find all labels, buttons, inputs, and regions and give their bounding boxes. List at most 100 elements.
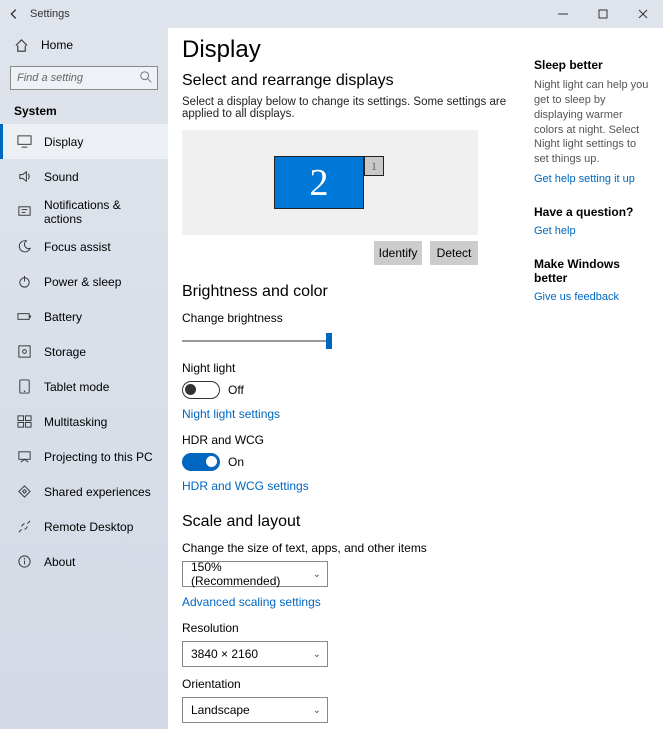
sidebar-item-label: Sound xyxy=(44,170,79,184)
sidebar-item-label: Tablet mode xyxy=(44,380,109,394)
sidebar-item-label: Battery xyxy=(44,310,82,324)
sleep-better-text: Night light can help you get to sleep by… xyxy=(534,78,653,167)
moon-icon xyxy=(17,239,32,254)
sidebar-item-sound[interactable]: Sound xyxy=(0,159,168,194)
home-icon xyxy=(14,38,29,53)
app-title: Settings xyxy=(28,8,70,20)
resolution-select[interactable]: 3840 × 2160 ⌄ xyxy=(182,641,328,667)
sleep-help-link[interactable]: Get help setting it up xyxy=(534,173,653,185)
sidebar-item-label: Multitasking xyxy=(44,415,107,429)
hdr-settings-link[interactable]: HDR and WCG settings xyxy=(182,479,309,493)
night-light-settings-link[interactable]: Night light settings xyxy=(182,407,280,421)
sidebar-item-notifications-actions[interactable]: Notifications & actions xyxy=(0,194,168,229)
orientation-label: Orientation xyxy=(182,677,518,691)
text-size-label: Change the size of text, apps, and other… xyxy=(182,541,518,555)
close-icon xyxy=(638,9,648,19)
shared-icon xyxy=(17,484,32,499)
info-icon xyxy=(17,554,32,569)
search-icon xyxy=(139,70,153,84)
resolution-value: 3840 × 2160 xyxy=(191,647,258,661)
sidebar-item-storage[interactable]: Storage xyxy=(0,334,168,369)
minimize-icon xyxy=(558,9,568,19)
sidebar-item-battery[interactable]: Battery xyxy=(0,299,168,334)
sound-icon xyxy=(17,169,32,184)
hdr-toggle[interactable] xyxy=(182,453,220,471)
sidebar-item-label: Notifications & actions xyxy=(44,198,154,226)
power-icon xyxy=(17,274,32,289)
tablet-icon xyxy=(17,379,32,394)
home-label: Home xyxy=(41,38,73,52)
nav-list: Display Sound Notifications & actions Focus… xyxy=(0,124,168,579)
sleep-better-heading: Sleep better xyxy=(534,58,653,72)
back-arrow-icon xyxy=(7,7,21,21)
sidebar-item-focus-assist[interactable]: Focus assist xyxy=(0,229,168,264)
display-arranger[interactable]: 2 1 xyxy=(182,130,478,235)
aside-panel: Sleep better Night light can help you ge… xyxy=(528,28,663,729)
sidebar-item-label: Storage xyxy=(44,345,86,359)
slider-track xyxy=(182,340,332,342)
projecting-icon xyxy=(17,449,32,464)
identify-button[interactable]: Identify xyxy=(374,241,422,265)
section-heading: System xyxy=(0,100,168,124)
sidebar-item-label: Remote Desktop xyxy=(44,520,133,534)
sidebar-item-display[interactable]: Display xyxy=(0,124,168,159)
maximize-icon xyxy=(598,9,608,19)
home-button[interactable]: Home xyxy=(0,28,168,62)
brightness-heading: Brightness and color xyxy=(182,283,518,301)
notifications-icon xyxy=(17,204,32,219)
maximize-button[interactable] xyxy=(583,0,623,28)
orientation-value: Landscape xyxy=(191,703,250,717)
sidebar-item-remote-desktop[interactable]: Remote Desktop xyxy=(0,509,168,544)
get-help-link[interactable]: Get help xyxy=(534,225,653,237)
back-button[interactable] xyxy=(0,7,28,21)
search-box[interactable] xyxy=(10,66,158,90)
sidebar-item-tablet-mode[interactable]: Tablet mode xyxy=(0,369,168,404)
have-question-heading: Have a question? xyxy=(534,205,653,219)
text-size-select[interactable]: 150% (Recommended) ⌄ xyxy=(182,561,328,587)
remote-icon xyxy=(17,519,32,534)
feedback-link[interactable]: Give us feedback xyxy=(534,291,653,303)
close-button[interactable] xyxy=(623,0,663,28)
change-brightness-label: Change brightness xyxy=(182,311,518,325)
orientation-select[interactable]: Landscape ⌄ xyxy=(182,697,328,723)
chevron-down-icon: ⌄ xyxy=(313,705,321,716)
sidebar-item-label: Display xyxy=(44,135,83,149)
sidebar-item-label: Power & sleep xyxy=(44,275,121,289)
storage-icon xyxy=(17,344,32,359)
make-better-heading: Make Windows better xyxy=(534,257,653,285)
sidebar-item-multitasking[interactable]: Multitasking xyxy=(0,404,168,439)
arrange-heading: Select and rearrange displays xyxy=(182,72,518,90)
brightness-slider[interactable] xyxy=(182,331,332,351)
multitask-icon xyxy=(17,414,32,429)
sidebar-item-shared-experiences[interactable]: Shared experiences xyxy=(0,474,168,509)
sidebar-item-label: Shared experiences xyxy=(44,485,151,499)
arrange-subtext: Select a display below to change its set… xyxy=(182,96,518,120)
hdr-label: HDR and WCG xyxy=(182,433,518,447)
sidebar: Home System Display Sound Notifications & … xyxy=(0,28,168,729)
sidebar-item-label: Projecting to this PC xyxy=(44,450,153,464)
night-light-state: Off xyxy=(228,383,244,397)
titlebar: Settings xyxy=(0,0,663,28)
battery-icon xyxy=(17,309,32,324)
sidebar-item-label: About xyxy=(44,555,75,569)
search-input[interactable] xyxy=(10,66,158,90)
night-light-toggle[interactable] xyxy=(182,381,220,399)
sidebar-item-power-sleep[interactable]: Power & sleep xyxy=(0,264,168,299)
window-controls xyxy=(543,0,663,28)
monitor-secondary[interactable]: 1 xyxy=(364,156,384,176)
advanced-scaling-link[interactable]: Advanced scaling settings xyxy=(182,595,321,609)
detect-button[interactable]: Detect xyxy=(430,241,478,265)
text-size-value: 150% (Recommended) xyxy=(191,560,313,588)
scale-heading: Scale and layout xyxy=(182,513,518,531)
page-title: Display xyxy=(182,36,518,64)
sidebar-item-projecting-to-this-pc[interactable]: Projecting to this PC xyxy=(0,439,168,474)
hdr-state: On xyxy=(228,455,244,469)
minimize-button[interactable] xyxy=(543,0,583,28)
resolution-label: Resolution xyxy=(182,621,518,635)
sidebar-item-label: Focus assist xyxy=(44,240,111,254)
slider-thumb[interactable] xyxy=(326,333,332,349)
sidebar-item-about[interactable]: About xyxy=(0,544,168,579)
chevron-down-icon: ⌄ xyxy=(313,569,321,580)
chevron-down-icon: ⌄ xyxy=(313,649,321,660)
monitor-primary[interactable]: 2 xyxy=(274,156,364,209)
